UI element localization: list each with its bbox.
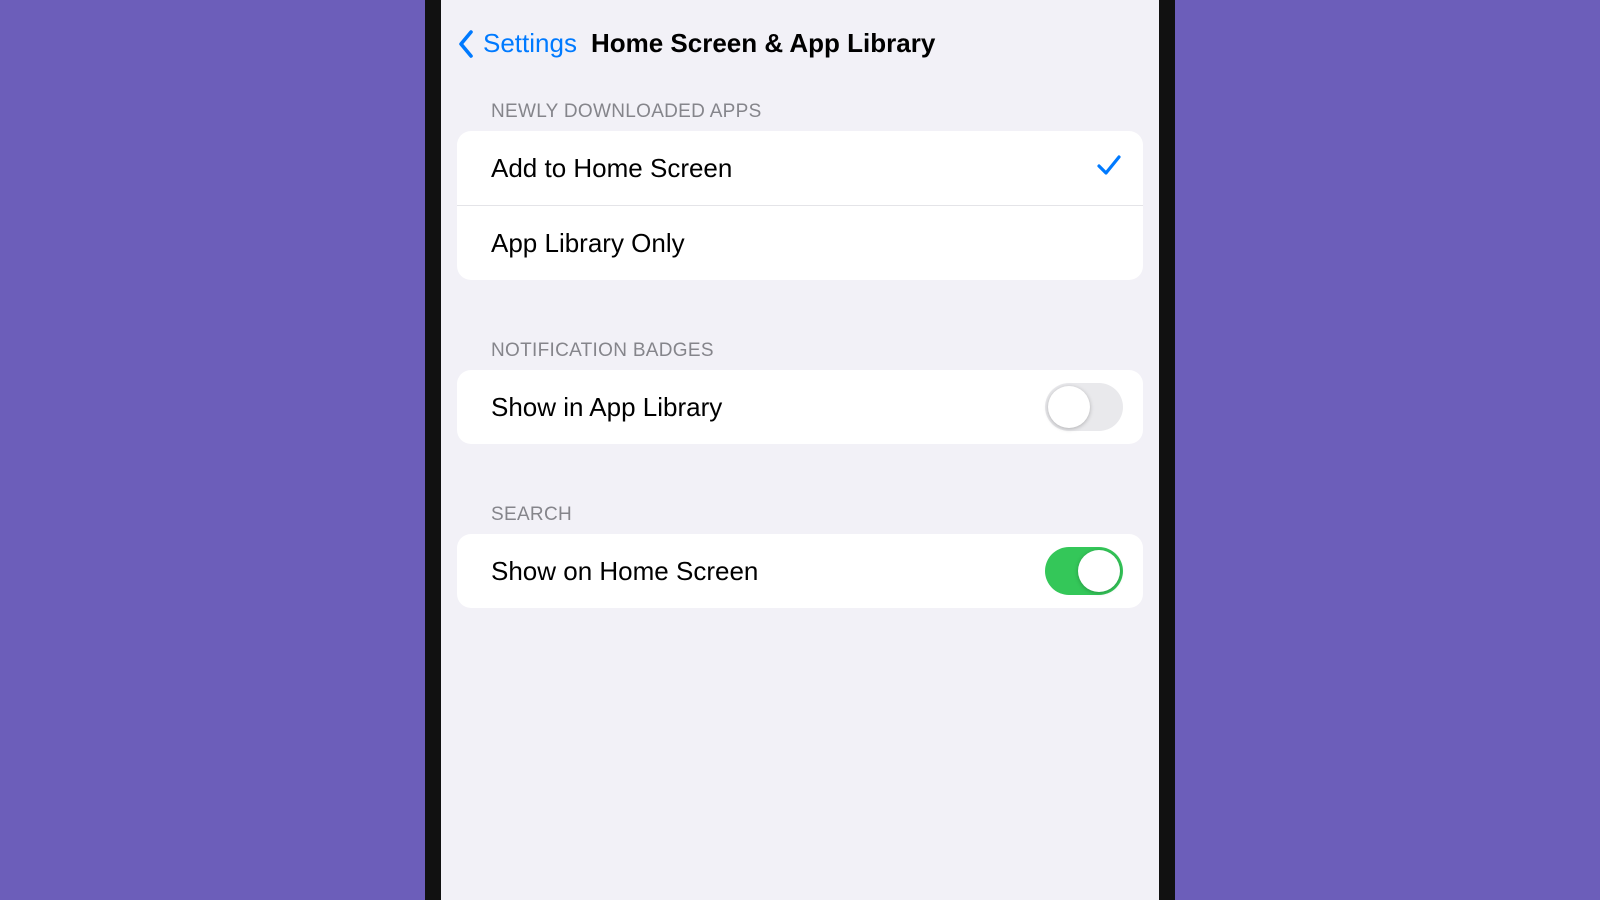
group-notification-badges: Show in App Library	[457, 370, 1143, 444]
back-label: Settings	[483, 28, 577, 59]
option-add-to-home-screen[interactable]: Add to Home Screen	[457, 131, 1143, 205]
toggle-show-on-home-screen[interactable]	[1045, 547, 1123, 595]
page-title: Home Screen & App Library	[591, 28, 935, 59]
row-show-on-home-screen[interactable]: Show on Home Screen	[457, 534, 1143, 608]
section-header-notification-badges: NOTIFICATION BADGES	[441, 340, 1159, 370]
toggle-knob	[1048, 386, 1090, 428]
row-label: Show in App Library	[491, 392, 1045, 423]
option-label: Add to Home Screen	[491, 153, 1095, 184]
group-newly-downloaded: Add to Home Screen App Library Only	[457, 131, 1143, 280]
toggle-knob	[1078, 550, 1120, 592]
toggle-show-in-app-library[interactable]	[1045, 383, 1123, 431]
group-search: Show on Home Screen	[457, 534, 1143, 608]
nav-bar: Settings Home Screen & App Library	[441, 0, 1159, 83]
row-label: Show on Home Screen	[491, 556, 1045, 587]
back-button[interactable]: Settings	[457, 28, 577, 59]
section-header-newly-downloaded: NEWLY DOWNLOADED APPS	[441, 101, 1159, 131]
option-app-library-only[interactable]: App Library Only	[457, 205, 1143, 280]
device-frame: Settings Home Screen & App Library NEWLY…	[425, 0, 1175, 900]
check-icon	[1095, 151, 1123, 186]
settings-screen: Settings Home Screen & App Library NEWLY…	[441, 0, 1159, 900]
option-label: App Library Only	[491, 228, 1123, 259]
chevron-left-icon	[457, 29, 475, 59]
section-header-search: SEARCH	[441, 504, 1159, 534]
row-show-in-app-library[interactable]: Show in App Library	[457, 370, 1143, 444]
